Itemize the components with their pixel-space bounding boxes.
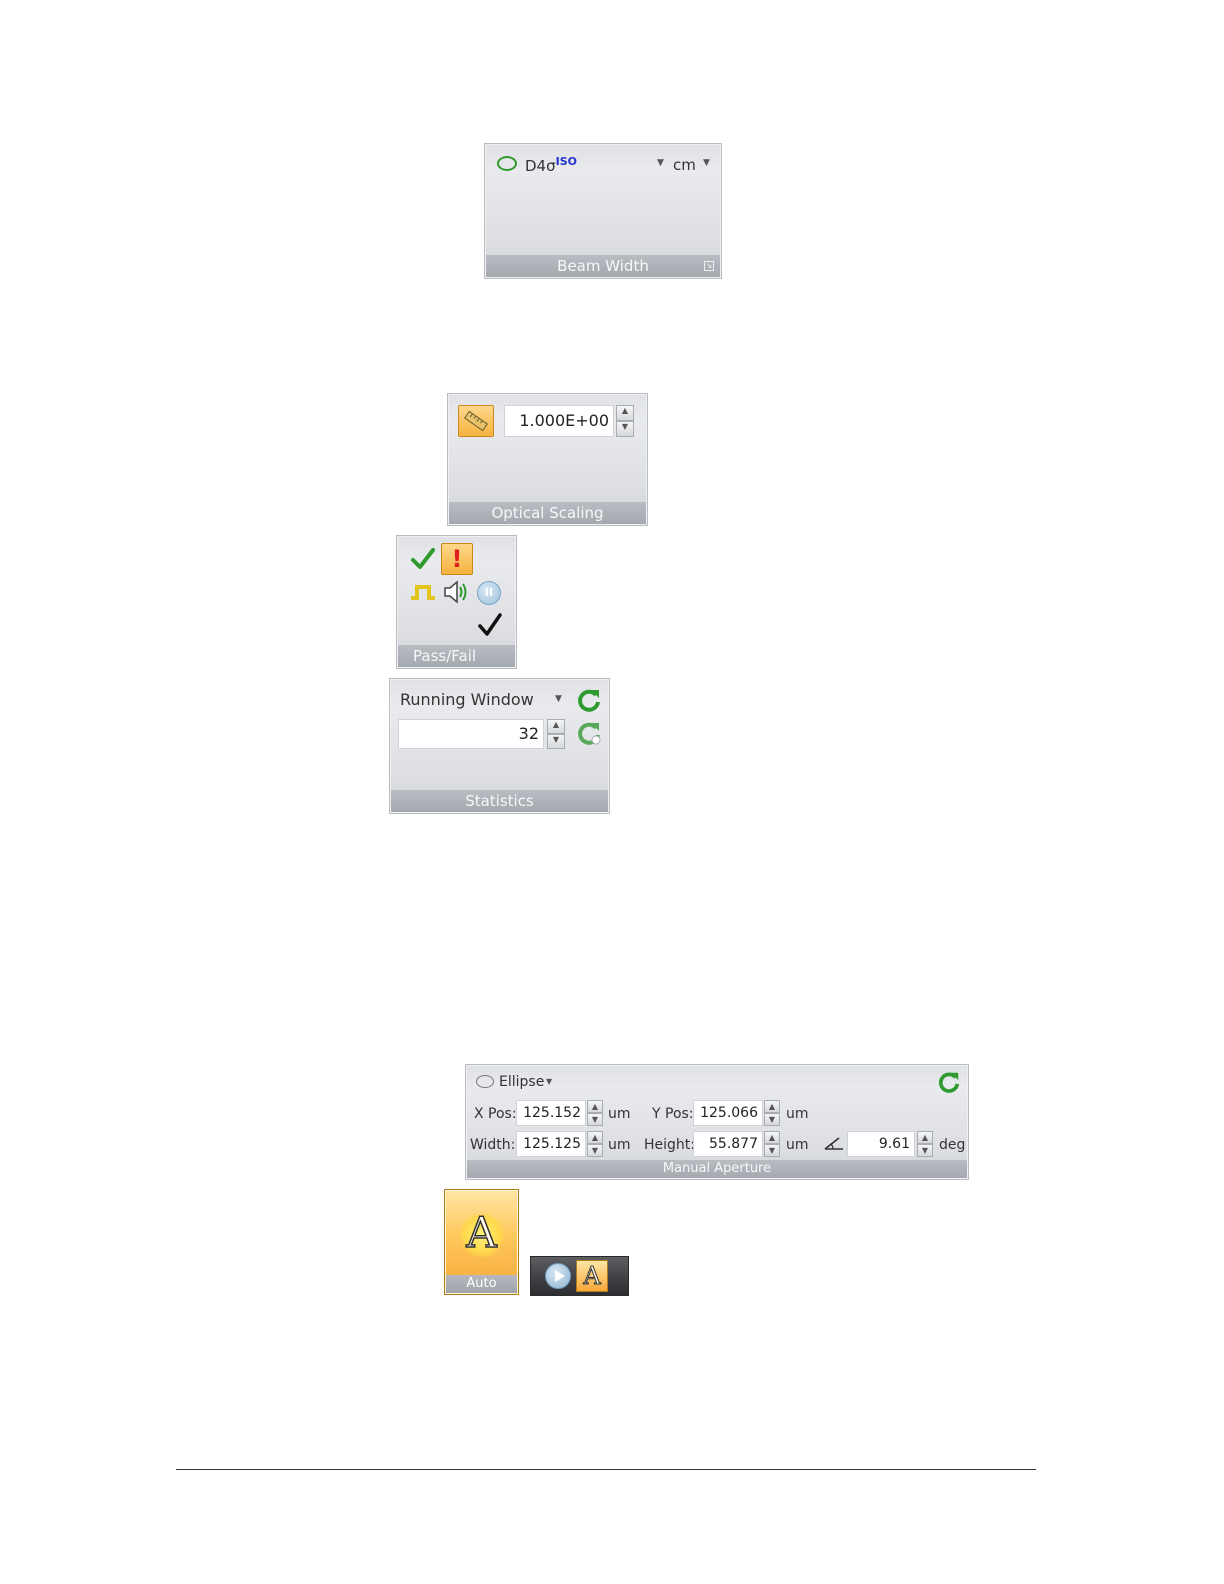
reset-icon[interactable] [576, 720, 602, 746]
angle-unit: deg [939, 1137, 966, 1153]
speaker-icon[interactable] [442, 579, 470, 605]
x-pos-stepper[interactable]: ▲ ▼ [587, 1100, 603, 1126]
spin-down-icon[interactable]: ▼ [764, 1113, 780, 1126]
x-pos-unit: um [608, 1106, 631, 1122]
width-stepper[interactable]: ▲ ▼ [587, 1131, 603, 1157]
x-pos-input[interactable]: 125.152 [516, 1100, 586, 1126]
pulse-icon[interactable] [410, 583, 436, 601]
refresh-icon[interactable] [937, 1070, 961, 1094]
iso-superscript: ISO [555, 155, 577, 168]
beam-width-panel: D4σISO ▼ cm ▼ Beam Width ↘ [484, 143, 722, 279]
ellipse-icon [476, 1075, 494, 1088]
ruler-icon [463, 410, 489, 432]
y-pos-stepper[interactable]: ▲ ▼ [764, 1100, 780, 1126]
spin-down-icon[interactable]: ▼ [587, 1113, 603, 1126]
spin-down-icon[interactable]: ▼ [616, 421, 634, 437]
optical-scaling-input[interactable]: 1.000E+00 [504, 405, 614, 437]
auto-a-icon: A [466, 1207, 498, 1258]
play-triangle [555, 1270, 565, 1282]
statistics-count-input[interactable]: 32 [398, 719, 544, 749]
manual-aperture-panel: Ellipse ▼ X Pos: 125.152 ▲ ▼ um Y Pos: 12… [465, 1064, 969, 1180]
ruler-button[interactable] [458, 405, 494, 437]
page-footer-rule [176, 1469, 1036, 1470]
auto-mini-a-icon: A [583, 1262, 601, 1291]
spin-up-icon[interactable]: ▲ [764, 1100, 780, 1113]
pass-fail-footer: Pass/Fail [398, 645, 515, 667]
play-icon[interactable] [545, 1263, 571, 1289]
angle-input[interactable]: 9.61 [847, 1131, 915, 1157]
width-label: Width: [470, 1137, 516, 1153]
statistics-mode-dropdown[interactable]: Running Window [400, 690, 534, 709]
alert-button[interactable]: ! [441, 543, 473, 575]
manual-aperture-footer: Manual Aperture [467, 1160, 967, 1178]
width-unit: um [608, 1137, 631, 1153]
method-label: D4σ [525, 157, 556, 175]
statistics-panel: Running Window ▼ 32 ▲ ▼ Statistics [389, 678, 610, 814]
unit-dropdown-arrow-icon[interactable]: ▼ [703, 158, 710, 168]
beam-width-footer: Beam Width ↘ [486, 255, 720, 277]
spin-down-icon[interactable]: ▼ [917, 1144, 933, 1157]
auto-mini-button[interactable]: A [576, 1260, 608, 1292]
exclamation-icon: ! [451, 545, 463, 573]
height-unit: um [786, 1137, 809, 1153]
angle-icon [824, 1137, 843, 1150]
x-pos-label: X Pos: [474, 1106, 517, 1122]
auto-button[interactable]: A Auto [444, 1189, 519, 1295]
beam-width-method-dropdown[interactable]: D4σISO [525, 155, 577, 175]
y-pos-input[interactable]: 125.066 [693, 1100, 763, 1126]
statistics-count-stepper[interactable]: ▲ ▼ [547, 719, 565, 749]
y-pos-label: Y Pos: [652, 1106, 694, 1122]
pass-fail-panel: ! II Pass/Fail [396, 535, 517, 669]
statistics-footer: Statistics [391, 790, 608, 812]
auto-label: Auto [446, 1275, 517, 1293]
mini-toolbar: A [530, 1256, 629, 1296]
height-input[interactable]: 55.877 [693, 1131, 763, 1157]
spin-down-icon[interactable]: ▼ [547, 734, 565, 749]
width-input[interactable]: 125.125 [516, 1131, 586, 1157]
method-dropdown-arrow-icon[interactable]: ▼ [657, 158, 664, 168]
ellipse-icon [497, 156, 517, 171]
spin-up-icon[interactable]: ▲ [587, 1100, 603, 1113]
spin-up-icon[interactable]: ▲ [764, 1131, 780, 1144]
shape-dropdown-arrow-icon[interactable]: ▼ [546, 1077, 552, 1086]
spin-down-icon[interactable]: ▼ [587, 1144, 603, 1157]
spin-up-icon[interactable]: ▲ [917, 1131, 933, 1144]
height-label: Height: [644, 1137, 695, 1153]
pause-icon[interactable]: II [477, 581, 501, 605]
optical-scaling-panel: 1.000E+00 ▲ ▼ Optical Scaling [447, 393, 648, 526]
y-pos-unit: um [786, 1106, 809, 1122]
refresh-icon[interactable] [576, 687, 602, 713]
aperture-shape-dropdown[interactable]: Ellipse [499, 1074, 544, 1090]
unit-dropdown[interactable]: cm [673, 156, 696, 174]
spin-up-icon[interactable]: ▲ [616, 405, 634, 421]
footer-label: Pass/Fail [413, 647, 477, 665]
angle-stepper[interactable]: ▲ ▼ [917, 1131, 933, 1157]
black-check-icon[interactable] [477, 612, 503, 638]
mode-dropdown-arrow-icon[interactable]: ▼ [555, 694, 562, 704]
spin-down-icon[interactable]: ▼ [764, 1144, 780, 1157]
spin-up-icon[interactable]: ▲ [547, 719, 565, 734]
optical-scaling-footer: Optical Scaling [449, 502, 646, 524]
footer-label: Beam Width [557, 257, 649, 275]
green-check-icon[interactable] [410, 546, 436, 572]
height-stepper[interactable]: ▲ ▼ [764, 1131, 780, 1157]
dialog-launcher-icon[interactable]: ↘ [704, 261, 714, 271]
spin-up-icon[interactable]: ▲ [587, 1131, 603, 1144]
optical-scaling-stepper[interactable]: ▲ ▼ [616, 405, 634, 437]
